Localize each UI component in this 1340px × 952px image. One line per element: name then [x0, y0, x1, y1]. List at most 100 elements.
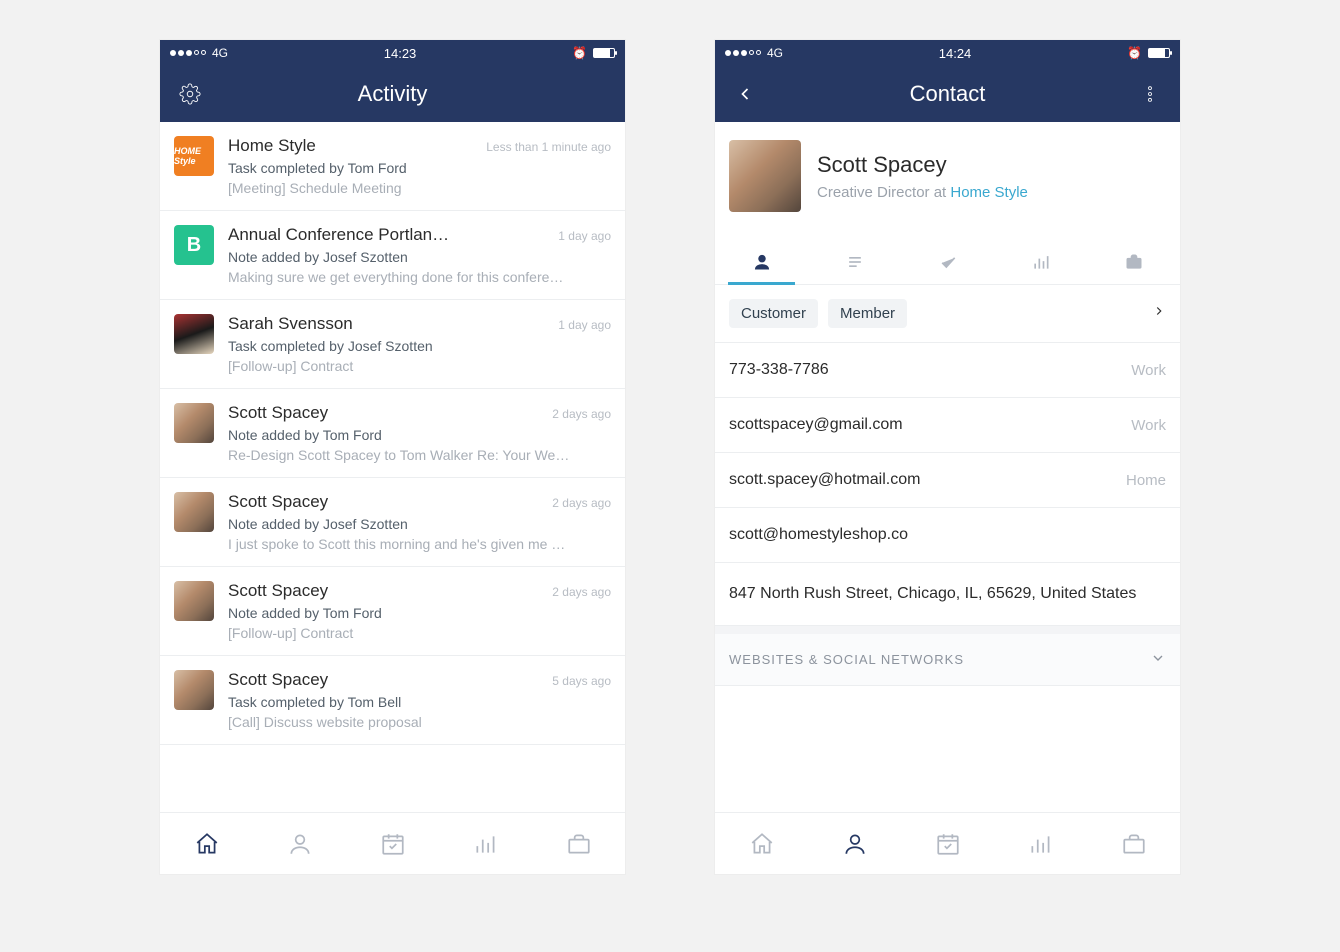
- nav-bar: Activity: [160, 66, 625, 122]
- activity-row[interactable]: Sarah Svensson 1 day ago Task completed …: [160, 300, 625, 389]
- avatar: [174, 403, 214, 443]
- avatar: [174, 581, 214, 621]
- tag-customer[interactable]: Customer: [729, 299, 818, 328]
- activity-time: 2 days ago: [552, 496, 611, 510]
- address-row[interactable]: 847 North Rush Street, Chicago, IL, 6562…: [715, 563, 1180, 626]
- info-value: scott@homestyleshop.co: [729, 526, 908, 544]
- activity-title: Scott Spacey: [228, 670, 328, 690]
- page-title: Contact: [761, 81, 1134, 107]
- status-right: ⏰: [572, 46, 615, 60]
- avatar: [174, 670, 214, 710]
- activity-row[interactable]: Scott Spacey 2 days ago Note added by To…: [160, 567, 625, 656]
- contact-section-tabs: [715, 240, 1180, 285]
- activity-meta: [Meeting] Schedule Meeting: [228, 180, 611, 196]
- activity-meta: [Follow-up] Contract: [228, 358, 611, 374]
- contact-role: Creative Director at Home Style: [817, 184, 1028, 201]
- contact-screen: 4G 14:24 ⏰ Contact Scott Spacey Creative…: [715, 40, 1180, 874]
- info-value: scottspacey@gmail.com: [729, 416, 903, 434]
- activity-title: Home Style: [228, 136, 316, 156]
- activity-subtitle: Note added by Tom Ford: [228, 427, 611, 443]
- activity-title: Scott Spacey: [228, 403, 328, 423]
- contact-info-row[interactable]: scottspacey@gmail.com Work: [715, 398, 1180, 453]
- tags-row[interactable]: Customer Member: [715, 285, 1180, 343]
- contact-info-row[interactable]: 773-338-7786Work: [715, 343, 1180, 398]
- activity-meta: I just spoke to Scott this morning and h…: [228, 536, 611, 552]
- company-link[interactable]: Home Style: [950, 184, 1028, 201]
- battery-icon: [1148, 48, 1170, 58]
- activity-time: 2 days ago: [552, 407, 611, 421]
- activity-row[interactable]: HOME Style Home Style Less than 1 minute…: [160, 122, 625, 211]
- back-button[interactable]: [729, 84, 761, 104]
- tab-home[interactable]: [715, 813, 808, 874]
- activity-row[interactable]: Scott Spacey 2 days ago Note added by Jo…: [160, 478, 625, 567]
- avatar[interactable]: [729, 140, 801, 212]
- tab-stats[interactable]: [994, 813, 1087, 874]
- activity-time: 2 days ago: [552, 585, 611, 599]
- activity-time: Less than 1 minute ago: [486, 140, 611, 154]
- activity-meta: [Follow-up] Contract: [228, 625, 611, 641]
- activity-row[interactable]: Scott Spacey 2 days ago Note added by To…: [160, 389, 625, 478]
- tab-stats[interactable]: [439, 813, 532, 874]
- activity-subtitle: Note added by Josef Szotten: [228, 516, 611, 532]
- tab-home[interactable]: [160, 813, 253, 874]
- activity-screen: 4G 14:23 ⏰ Activity HOME Style Home Styl…: [160, 40, 625, 874]
- info-label: Home: [1126, 472, 1166, 489]
- activity-title: Sarah Svensson: [228, 314, 353, 334]
- activity-subtitle: Note added by Tom Ford: [228, 605, 611, 621]
- contact-body: Scott Spacey Creative Director at Home S…: [715, 122, 1180, 812]
- more-button[interactable]: [1134, 84, 1166, 104]
- activity-meta: Making sure we get everything done for t…: [228, 269, 611, 285]
- activity-time: 1 day ago: [558, 318, 611, 332]
- network-indicator: 4G: [212, 46, 228, 60]
- section-tab-tasks[interactable]: [901, 240, 994, 284]
- chevron-down-icon: [1150, 650, 1166, 669]
- activity-subtitle: Note added by Josef Szotten: [228, 249, 611, 265]
- tab-calendar[interactable]: [346, 813, 439, 874]
- section-tab-notes[interactable]: [808, 240, 901, 284]
- avatar: B: [174, 225, 214, 265]
- status-left: 4G: [170, 46, 228, 60]
- activity-meta: Re-Design Scott Spacey to Tom Walker Re:…: [228, 447, 611, 463]
- battery-icon: [593, 48, 615, 58]
- info-label: Work: [1131, 417, 1166, 434]
- avatar: [174, 492, 214, 532]
- section-tab-deals[interactable]: [1087, 240, 1180, 284]
- clock: 14:24: [783, 46, 1127, 61]
- network-indicator: 4G: [767, 46, 783, 60]
- activity-title: Scott Spacey: [228, 581, 328, 601]
- tab-bar: [715, 812, 1180, 874]
- nav-bar: Contact: [715, 66, 1180, 122]
- more-vertical-icon: [1140, 84, 1160, 104]
- tag-member[interactable]: Member: [828, 299, 907, 328]
- avatar: HOME Style: [174, 136, 214, 176]
- tab-case[interactable]: [532, 813, 625, 874]
- activity-subtitle: Task completed by Josef Szotten: [228, 338, 611, 354]
- alarm-icon: ⏰: [572, 46, 587, 60]
- activity-row[interactable]: Scott Spacey 5 days ago Task completed b…: [160, 656, 625, 745]
- activity-title: Annual Conference Portlan…: [228, 225, 449, 245]
- info-value: 773-338-7786: [729, 361, 829, 379]
- status-bar: 4G 14:24 ⏰: [715, 40, 1180, 66]
- avatar: [174, 314, 214, 354]
- activity-time: 5 days ago: [552, 674, 611, 688]
- tab-contacts[interactable]: [253, 813, 346, 874]
- settings-button[interactable]: [174, 83, 206, 105]
- profile-header: Scott Spacey Creative Director at Home S…: [715, 122, 1180, 230]
- tab-bar: [160, 812, 625, 874]
- section-tab-profile[interactable]: [715, 240, 808, 284]
- chevron-left-icon: [735, 84, 755, 104]
- chevron-right-icon: [1152, 304, 1166, 323]
- section-tab-stats[interactable]: [994, 240, 1087, 284]
- websites-section-header[interactable]: WEBSITES & SOCIAL NETWORKS: [715, 626, 1180, 686]
- tab-calendar[interactable]: [901, 813, 994, 874]
- contact-info-row[interactable]: scott@homestyleshop.co: [715, 508, 1180, 563]
- activity-subtitle: Task completed by Tom Ford: [228, 160, 611, 176]
- status-bar: 4G 14:23 ⏰: [160, 40, 625, 66]
- activity-row[interactable]: B Annual Conference Portlan… 1 day ago N…: [160, 211, 625, 300]
- contact-info-row[interactable]: scott.spacey@hotmail.com Home: [715, 453, 1180, 508]
- tab-contacts[interactable]: [808, 813, 901, 874]
- clock: 14:23: [228, 46, 572, 61]
- tab-case[interactable]: [1087, 813, 1180, 874]
- activity-list[interactable]: HOME Style Home Style Less than 1 minute…: [160, 122, 625, 812]
- info-value: scott.spacey@hotmail.com: [729, 471, 920, 489]
